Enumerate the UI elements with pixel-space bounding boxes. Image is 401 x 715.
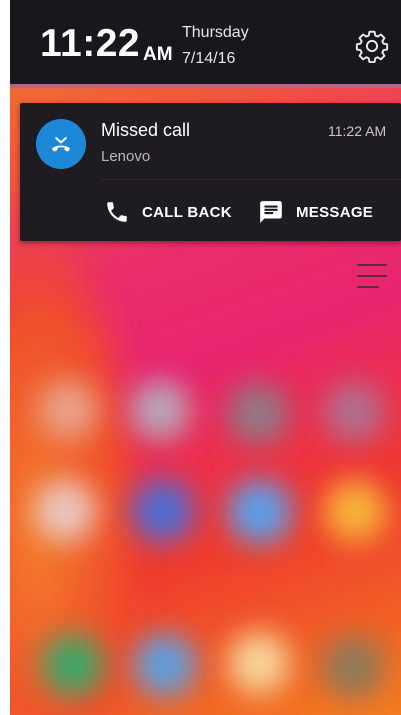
notification-caller: Lenovo: [101, 148, 151, 165]
notification-title: Missed call: [101, 120, 191, 140]
gear-icon[interactable]: [354, 28, 390, 64]
blurred-app-icon: [228, 632, 290, 694]
clock-ampm: AM: [143, 44, 173, 65]
lockscreen-clock-panel: 11:22 AM Thursday 7/14/16: [10, 0, 401, 88]
message-label: MESSAGE: [296, 203, 374, 221]
missed-call-notification[interactable]: Missed call Lenovo 11:22 AM CALL BACK ME…: [20, 103, 401, 241]
call-back-button[interactable]: CALL BACK: [104, 193, 232, 231]
blurred-app-icon: [324, 480, 386, 542]
blurred-app-icon: [38, 380, 98, 440]
notification-divider: [101, 179, 401, 180]
blurred-app-icon: [324, 382, 384, 442]
blurred-app-icon: [130, 380, 190, 440]
message-button[interactable]: MESSAGE: [258, 193, 373, 231]
blurred-app-icon: [132, 480, 194, 542]
menu-icon[interactable]: [355, 262, 387, 290]
blurred-app-icon: [228, 384, 288, 444]
blurred-app-icon: [34, 480, 96, 542]
blurred-app-icon: [134, 634, 196, 696]
phone-hangup-icon: [52, 137, 70, 152]
missed-call-icon: [36, 119, 86, 169]
blurred-app-icon: [228, 480, 292, 544]
blurred-app-icon: [42, 634, 104, 696]
blurred-app-icon: [322, 636, 384, 698]
clock-date: 7/14/16: [182, 50, 236, 67]
call-back-label: CALL BACK: [142, 203, 232, 221]
notification-time: 11:22 AM: [328, 123, 387, 139]
message-icon: [260, 201, 282, 223]
phone-icon: [107, 202, 127, 222]
clock-time: 11:22: [40, 22, 141, 65]
clock-day: Thursday: [182, 24, 249, 41]
